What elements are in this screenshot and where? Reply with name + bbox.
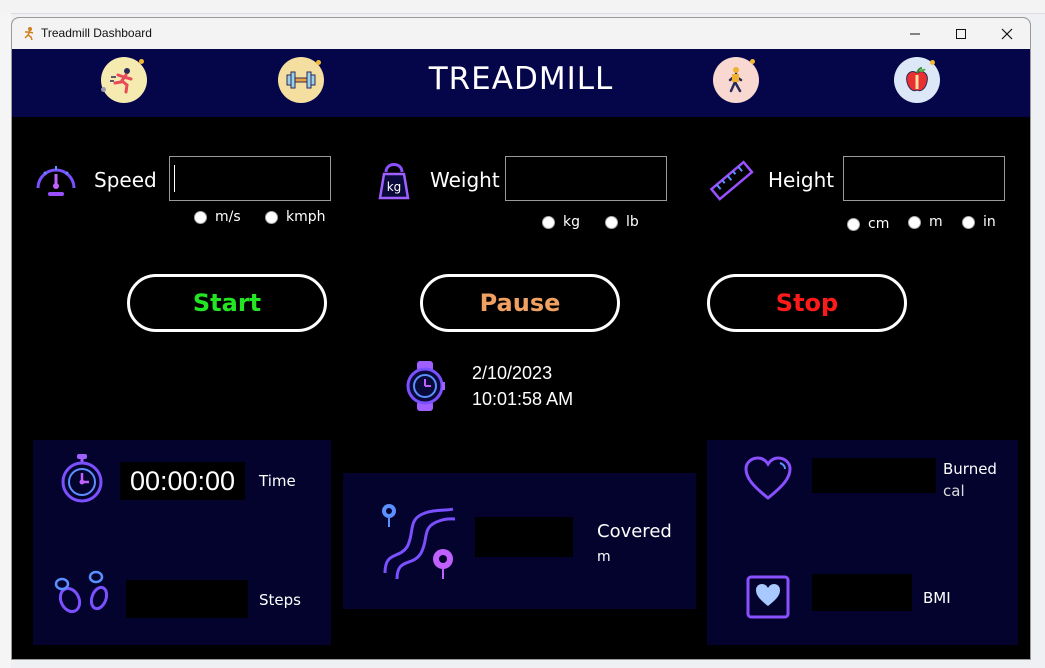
app-icon	[24, 27, 34, 40]
weight-label: Weight	[430, 168, 500, 192]
walking-person-icon	[713, 57, 759, 103]
smartwatch-icon	[406, 361, 445, 411]
kettlebell-weight-icon: kg	[378, 163, 410, 200]
height-unit-cm-radio[interactable]: cm	[847, 216, 889, 232]
bmi-label: BMI	[923, 589, 951, 607]
radio-circle	[542, 215, 555, 229]
speed-unit-ms-radio[interactable]: m/s	[194, 209, 241, 225]
close-button[interactable]	[984, 18, 1030, 49]
text-cursor	[174, 165, 175, 192]
steps-display	[126, 580, 248, 618]
time-label: Time	[259, 472, 296, 490]
current-date: 2/10/2023	[472, 363, 553, 383]
weight-unit-lb-label: lb	[626, 214, 639, 230]
start-button[interactable]: Start	[127, 274, 327, 332]
distance-display	[475, 517, 573, 557]
bmi-display	[812, 574, 912, 611]
radio-circle	[908, 215, 921, 229]
maximize-button[interactable]	[938, 18, 984, 49]
current-time: 10:01:58 AM	[472, 389, 574, 409]
radio-circle	[194, 210, 207, 224]
radio-circle	[265, 210, 278, 224]
weight-unit-kg-radio[interactable]: kg	[542, 214, 580, 230]
covered-unit: m	[597, 549, 611, 565]
calories-bmi-panel: Burned cal BMI	[707, 440, 1018, 645]
speed-unit-kmph-radio[interactable]: kmph	[265, 209, 326, 225]
radio-circle	[847, 217, 860, 231]
time-steps-panel: 00:00:00 Time Steps	[33, 440, 331, 645]
pause-button[interactable]: Pause	[420, 274, 620, 332]
elapsed-time-display: 00:00:00	[120, 462, 245, 500]
minimize-icon	[910, 33, 920, 34]
distance-panel: Covered m	[343, 473, 696, 609]
kettlebell-kg-text: kg	[387, 180, 402, 194]
height-unit-m-radio[interactable]: m	[908, 214, 943, 230]
height-unit-m-label: m	[929, 214, 943, 230]
weight-input[interactable]	[505, 156, 667, 201]
stopwatch-icon	[61, 454, 103, 503]
radio-circle	[962, 215, 975, 229]
window-title: Treadmill Dashboard	[41, 26, 152, 40]
app-title: TREADMILL	[428, 61, 614, 97]
footprints-icon	[54, 570, 109, 614]
title-bar: Treadmill Dashboard	[12, 18, 1030, 49]
height-unit-in-label: in	[983, 214, 996, 230]
treadmill-window: Treadmill Dashboard TREADMILL Speed m/s …	[11, 17, 1031, 660]
covered-label: Covered	[597, 521, 672, 542]
stop-button[interactable]: Stop	[707, 274, 907, 332]
apple-icon	[894, 57, 940, 103]
route-map-icon	[382, 504, 456, 580]
ruler-icon	[709, 160, 754, 201]
calories-display	[812, 458, 936, 493]
speedometer-icon	[36, 166, 76, 196]
height-unit-cm-label: cm	[868, 216, 890, 232]
background-left-strip	[0, 13, 11, 668]
speed-unit-ms-label: m/s	[215, 209, 241, 225]
height-label: Height	[768, 168, 835, 192]
burned-unit: cal	[943, 482, 965, 500]
weight-unit-kg-label: kg	[563, 214, 580, 230]
weight-unit-lb-radio[interactable]: lb	[605, 214, 639, 230]
background-window-strip	[0, 0, 1045, 14]
speed-label: Speed	[94, 168, 157, 192]
minimize-button[interactable]	[892, 18, 938, 49]
radio-circle	[605, 215, 618, 229]
maximize-icon	[956, 28, 966, 39]
speed-unit-kmph-label: kmph	[286, 209, 326, 225]
speed-input[interactable]	[169, 156, 331, 201]
app-header: TREADMILL	[12, 49, 1030, 117]
burned-label: Burned	[943, 460, 997, 478]
height-input[interactable]	[843, 156, 1005, 201]
steps-label: Steps	[259, 591, 301, 609]
height-unit-in-radio[interactable]: in	[962, 214, 996, 230]
heart-icon	[744, 456, 792, 500]
heart-monitor-icon	[746, 575, 790, 619]
close-icon	[1001, 28, 1013, 39]
